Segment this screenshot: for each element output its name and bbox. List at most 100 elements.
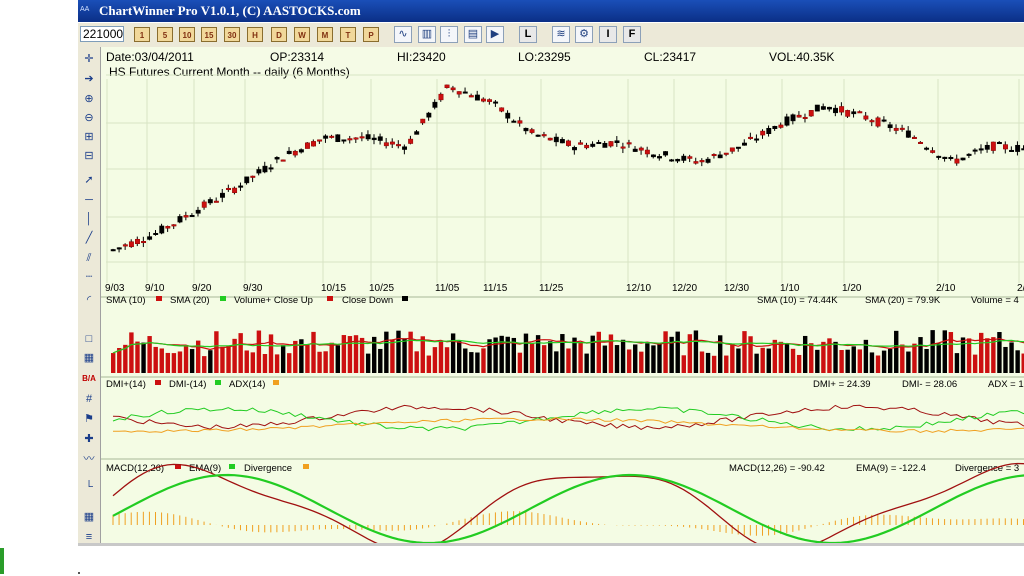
dotted-lines-icon[interactable]: ┄ <box>81 269 97 285</box>
period-button-d[interactable]: D <box>271 27 287 42</box>
square-icon[interactable]: □ <box>81 331 97 347</box>
grid-icon[interactable]: # <box>81 391 97 407</box>
parallel-lines-icon[interactable]: ⫽ <box>81 250 97 266</box>
volume-bar <box>918 337 923 373</box>
period-button-1[interactable]: 1 <box>134 27 150 42</box>
candle-body <box>857 111 863 114</box>
candle-body <box>644 149 650 155</box>
period-button-m[interactable]: M <box>317 27 333 42</box>
volume-bar <box>784 343 790 373</box>
candle-body <box>820 106 826 110</box>
candle-body <box>213 200 219 203</box>
candle-body <box>778 124 784 128</box>
arrow-right-icon[interactable]: ➔ <box>81 71 97 87</box>
candle-body <box>839 106 845 113</box>
volume-bar <box>250 352 256 373</box>
candle-body <box>784 116 790 126</box>
period-button-5[interactable]: 5 <box>157 27 173 42</box>
wave-icon[interactable]: 〰 <box>81 451 97 467</box>
pointer-icon[interactable]: ➚ <box>81 172 97 188</box>
candle-body <box>511 120 517 123</box>
volume-bar <box>177 351 183 373</box>
volume-bar <box>815 349 820 373</box>
volume-bar <box>287 353 292 373</box>
trend-line-icon[interactable]: ╱ <box>81 230 97 246</box>
buy-sell-icon[interactable]: B/A <box>81 371 97 387</box>
period-button-h[interactable]: H <box>247 27 263 42</box>
period-button-w[interactable]: W <box>294 27 310 42</box>
candle-body <box>420 118 426 124</box>
readout-sma20: SMA (20) = 79.9K <box>865 295 941 306</box>
forward-icon[interactable]: ▶ <box>486 26 504 43</box>
volume-bar <box>657 343 662 373</box>
candle-body <box>760 130 766 136</box>
settings-wheel-icon[interactable]: ⚙ <box>575 26 593 43</box>
table-icon[interactable]: ▦ <box>81 509 97 525</box>
candle-body <box>814 104 820 112</box>
period-button-p[interactable]: P <box>363 27 379 42</box>
candle-body <box>353 137 359 140</box>
volume-bar <box>930 330 935 373</box>
arc-icon[interactable]: ◜ <box>81 292 97 308</box>
volume-bar <box>809 343 814 373</box>
volume-bar <box>802 335 808 373</box>
candle-body <box>802 116 808 119</box>
indicator-l-icon[interactable]: L <box>519 26 537 43</box>
zoom-out-icon[interactable]: ⊖ <box>81 110 97 126</box>
overlay-icon[interactable]: ≋ <box>552 26 570 43</box>
grid-small-icon[interactable]: ▦ <box>81 350 97 366</box>
volume-bar <box>444 347 450 373</box>
volume-bar <box>869 352 875 373</box>
x-tick-label: 12/20 <box>672 283 697 294</box>
candle-body <box>341 139 347 142</box>
volume-bar <box>384 331 389 373</box>
x-tick-label: 1/10 <box>780 283 800 294</box>
volume-bar <box>766 348 771 373</box>
volume-bar <box>244 350 249 373</box>
zoom-in-icon[interactable]: ⊕ <box>81 91 97 107</box>
chart-area[interactable]: Date:03/04/2011 OP:23314 HI:23420 LO:232… <box>101 47 1024 543</box>
volume-bars <box>111 330 1024 373</box>
readout-sma10: SMA (10) = 74.44K <box>757 295 838 306</box>
plus-icon[interactable]: ✚ <box>81 431 97 447</box>
candle-body <box>462 91 468 94</box>
info-icon[interactable]: I <box>599 26 617 43</box>
f-icon[interactable]: F <box>623 26 641 43</box>
period-button-10[interactable]: 10 <box>179 27 195 42</box>
candlestick-icon[interactable]: ▥ <box>418 26 436 43</box>
period-button-15[interactable]: 15 <box>201 27 217 42</box>
horizontal-line-icon[interactable]: ─ <box>81 192 97 208</box>
candle-body <box>226 187 231 190</box>
vertical-line-icon[interactable]: │ <box>81 211 97 227</box>
volume-bar <box>232 338 237 373</box>
crosshair-icon[interactable]: ✛ <box>81 51 97 67</box>
candle-body <box>608 141 614 147</box>
candle-body <box>566 140 571 146</box>
candle-body <box>754 138 760 141</box>
candle-body <box>638 147 644 151</box>
readout-adx: ADX = 1 <box>988 379 1024 390</box>
ohlc-icon[interactable]: ⫶ <box>440 26 458 43</box>
line-chart-icon[interactable]: ∿ <box>394 26 412 43</box>
horizontal-scrollbar[interactable] <box>78 543 1024 546</box>
volume-bar <box>268 334 274 373</box>
volume-bar <box>881 350 887 373</box>
candle-body <box>128 241 134 248</box>
candle-body <box>657 156 662 159</box>
period-button-t[interactable]: T <box>340 27 356 42</box>
volume-bar <box>887 349 893 373</box>
volume-bar <box>280 345 286 373</box>
candle-body <box>717 154 723 159</box>
candle-body <box>323 135 329 139</box>
candle-body <box>177 216 183 223</box>
zoom-region-icon[interactable]: ⊞ <box>81 129 97 145</box>
axis-icon[interactable]: └ <box>81 479 97 495</box>
bar-chart-icon[interactable]: ▤ <box>464 26 482 43</box>
candle-body <box>966 153 972 156</box>
zoom-reset-icon[interactable]: ⊟ <box>81 148 97 164</box>
volume-bar <box>711 355 717 373</box>
flag-icon[interactable]: ⚑ <box>81 411 97 427</box>
period-button-30[interactable]: 30 <box>224 27 240 42</box>
volume-bar <box>214 331 219 373</box>
stock-code-input[interactable]: 221000 <box>80 26 124 42</box>
